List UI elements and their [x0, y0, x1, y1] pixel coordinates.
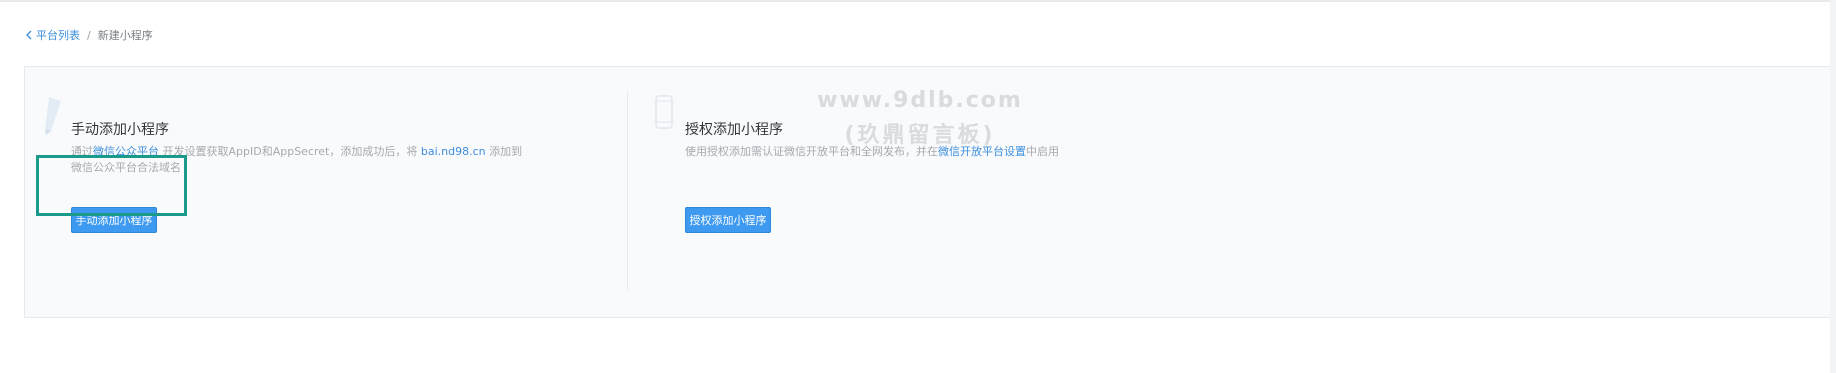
card-divider: [627, 91, 628, 291]
auth-desc-suffix: 中启用: [1026, 145, 1059, 158]
manual-desc-middle: 开发设置获取AppID和AppSecret，添加成功后，将: [162, 145, 418, 158]
top-divider: [0, 0, 1836, 2]
vertical-scrollbar[interactable]: [1830, 0, 1836, 373]
breadcrumb: 平台列表 / 新建小程序: [26, 27, 153, 43]
auth-desc-prefix: 使用授权添加需认证微信开放平台和全网发布，并在: [685, 145, 938, 158]
domain-text: bai.nd98.cn: [420, 145, 486, 158]
mobile-phone-icon: [655, 95, 673, 129]
auth-add-description: 使用授权添加需认证微信开放平台和全网发布，并在微信开放平台设置中启用: [685, 144, 1385, 160]
breadcrumb-current: 新建小程序: [97, 29, 153, 42]
breadcrumb-back-link[interactable]: 平台列表: [26, 27, 80, 43]
manual-add-title: 手动添加小程序: [71, 122, 169, 138]
auth-add-title: 授权添加小程序: [685, 122, 783, 138]
wechat-open-platform-link[interactable]: 微信开放平台设置: [938, 145, 1026, 158]
auth-add-button[interactable]: 授权添加小程序: [685, 207, 771, 233]
pencil-icon: [45, 97, 61, 135]
breadcrumb-separator: /: [87, 28, 91, 42]
chevron-left-icon: [26, 30, 32, 40]
highlight-box: [36, 155, 187, 216]
add-miniprogram-panel: 手动添加小程序 通过微信公众平台 开发设置获取AppID和AppSecret，添…: [24, 66, 1832, 318]
breadcrumb-back-label: 平台列表: [36, 29, 80, 42]
